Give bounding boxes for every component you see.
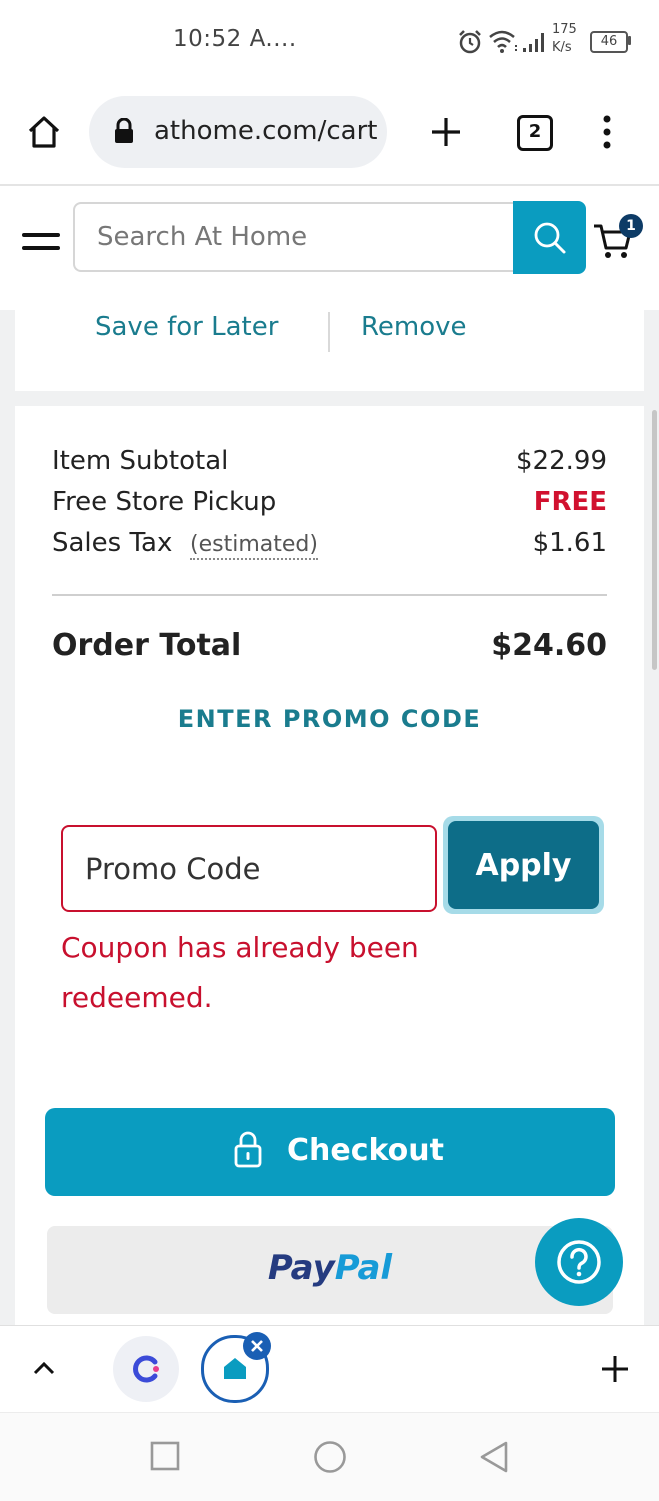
tab-favicon-other[interactable] [113, 1336, 179, 1402]
battery-level: 46 [600, 34, 618, 49]
subtotal-value: $22.99 [516, 446, 607, 476]
url-bar[interactable]: athome.com/cart [89, 96, 387, 168]
page-scrollbar[interactable] [652, 410, 657, 670]
subtotal-label: Item Subtotal [52, 446, 229, 476]
search-button[interactable] [513, 201, 586, 274]
paypal-logo-pay: Pay [267, 1248, 335, 1288]
network-speed-value: 175 [552, 22, 577, 37]
pickup-value: FREE [533, 487, 607, 517]
sales-tax-value: $1.61 [532, 528, 607, 558]
search-placeholder: Search At Home [97, 222, 308, 252]
pickup-label: Free Store Pickup [52, 487, 277, 517]
recents-icon[interactable] [150, 1441, 180, 1471]
paypal-logo: PayPal [47, 1248, 613, 1288]
battery-tip [628, 36, 631, 45]
order-total-value: $24.60 [491, 628, 607, 663]
paypal-button[interactable]: PayPal [47, 1226, 613, 1314]
promo-code-input[interactable] [61, 825, 437, 912]
checkout-button[interactable]: Checkout [45, 1108, 615, 1196]
checkout-label: Checkout [287, 1133, 444, 1168]
help-button[interactable] [535, 1218, 623, 1306]
save-for-later-link[interactable]: Save for Later [95, 312, 278, 342]
action-divider [328, 312, 330, 352]
promo-error-message: Coupon has already been redeemed. [61, 931, 419, 1014]
paypal-logo-pal: Pal [334, 1248, 393, 1288]
network-speed-unit: K/s [552, 40, 572, 55]
search-input[interactable]: Search At Home [73, 202, 513, 272]
new-tab-icon[interactable] [430, 116, 462, 148]
sales-tax-label: Sales Tax [52, 528, 173, 558]
home-nav-icon[interactable] [313, 1440, 347, 1474]
remove-link[interactable]: Remove [361, 312, 467, 342]
battery-icon: 46 [590, 31, 628, 53]
tax-estimated-tooltip[interactable]: (estimated) [190, 532, 318, 560]
alarm-icon [459, 30, 481, 54]
url-text: athome.com/cart [154, 116, 378, 146]
checkout-lock-icon [234, 1131, 262, 1168]
close-tab-button[interactable] [243, 1332, 271, 1360]
cart-count-badge: 1 [619, 214, 643, 238]
wifi-icon [489, 30, 517, 53]
close-icon [251, 1340, 263, 1352]
question-icon [557, 1240, 601, 1284]
more-menu-icon[interactable] [600, 114, 614, 150]
order-total-label: Order Total [52, 628, 242, 663]
status-time: 10:52 A.... [173, 26, 297, 52]
apply-button[interactable]: Apply [448, 821, 599, 909]
enter-promo-code-link[interactable]: ENTER PROMO CODE [0, 705, 659, 733]
back-icon[interactable] [479, 1440, 509, 1474]
status-bar: 10:52 A.... 175 K/s 46 [0, 0, 659, 84]
tabs-button[interactable]: 2 [517, 115, 553, 151]
signal-icon [523, 33, 544, 52]
tab-count: 2 [528, 121, 542, 142]
home-icon[interactable] [26, 114, 62, 150]
chevron-up-icon[interactable] [32, 1359, 56, 1377]
search-icon [534, 222, 566, 254]
add-tab-icon[interactable] [600, 1354, 630, 1384]
athome-logo-icon [224, 1358, 246, 1379]
bottom-tab-bar [0, 1325, 659, 1413]
site-logo-icon [133, 1355, 159, 1383]
lock-icon [115, 118, 133, 143]
summary-divider [52, 594, 607, 596]
hamburger-menu-icon[interactable] [22, 229, 60, 255]
